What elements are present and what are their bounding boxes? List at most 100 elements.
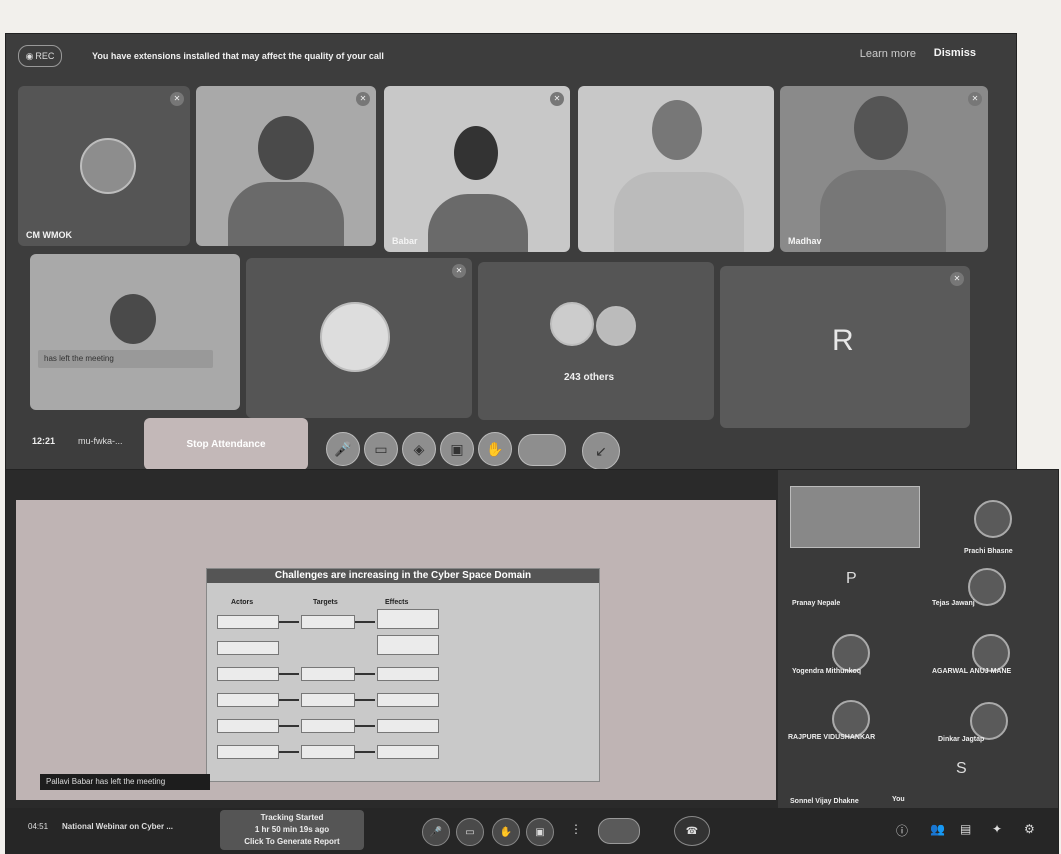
participant-name: Madhav <box>788 236 822 246</box>
mic-off-icon: ✕ <box>550 92 564 106</box>
participant-tile[interactable]: ✕ <box>246 258 472 418</box>
more-options-icon[interactable]: ⋮ <box>570 822 582 836</box>
presentation-slide: Challenges are increasing in the Cyber S… <box>206 568 600 782</box>
participant-tile[interactable]: ✕ CM WMOK <box>18 86 190 246</box>
participant-name: AGARWAL ANUJ MANE <box>932 668 1012 675</box>
slide-col-targets: Targets <box>313 599 338 606</box>
lock-icon[interactable]: ⚙ <box>1024 822 1035 836</box>
camera-icon[interactable]: ▭ <box>364 432 398 466</box>
slide-arrow <box>355 673 375 675</box>
people-icon[interactable]: 👥 <box>930 822 945 836</box>
others-tile[interactable]: 243 others <box>478 262 714 420</box>
self-view-tile[interactable] <box>790 486 920 548</box>
mic-off-icon: ✕ <box>170 92 184 106</box>
slide-arrow <box>279 751 299 753</box>
person-body <box>228 182 344 246</box>
chat-icon[interactable]: ▤ <box>960 822 971 836</box>
slide-box <box>377 667 439 681</box>
tracking-report-button[interactable]: Tracking Started 1 hr 50 min 19s ago Cli… <box>220 810 364 850</box>
top-call-window: ◉ REC You have extensions installed that… <box>6 34 1016 474</box>
participant-name-you: You <box>892 796 905 803</box>
slide-arrow <box>355 725 375 727</box>
participant-name: RAJPURE VIDUSHANKAR <box>788 734 876 741</box>
participants-panel: Prachi Bhasne P Pranay Nepale Tejas Jawa… <box>778 470 1058 810</box>
extension-warning-banner: ◉ REC You have extensions installed that… <box>6 34 1016 78</box>
slide-col-effects: Effects <box>385 599 409 606</box>
others-count: 243 others <box>564 372 615 383</box>
raise-hand-icon[interactable]: ✋ <box>478 432 512 466</box>
participant-name: CM WMOK <box>26 230 72 240</box>
avatar <box>320 302 390 372</box>
rec-label: REC <box>35 51 55 61</box>
tracking-duration: 1 hr 50 min 19s ago <box>254 825 330 834</box>
left-meeting-notice: has left the meeting <box>38 350 213 368</box>
participant-name: Tejas Jawanj <box>932 600 975 607</box>
stop-attendance-button[interactable]: Stop Attendance <box>144 418 308 470</box>
presentation-area: Challenges are increasing in the Cyber S… <box>16 500 776 800</box>
participant-initial: P <box>846 570 857 587</box>
slide-box <box>377 745 439 759</box>
leave-call-button[interactable] <box>598 818 640 844</box>
info-icon[interactable]: ⓘ <box>896 822 908 839</box>
slide-box <box>217 667 279 681</box>
raise-hand-icon[interactable]: ✋ <box>492 818 520 846</box>
slide-col-actors: Actors <box>231 599 254 606</box>
leave-call-icon[interactable]: ↙ <box>582 432 620 470</box>
slide-box <box>377 693 439 707</box>
bottom-control-bar: 04:51 National Webinar on Cyber ... Trac… <box>6 808 1058 854</box>
left-meeting-toast: Pallavi Babar has left the meeting <box>40 774 210 790</box>
avatar <box>832 634 870 672</box>
mic-icon[interactable]: 🎤 <box>422 818 450 846</box>
slide-box <box>217 719 279 733</box>
participant-tile[interactable]: ✕ Babar <box>384 86 570 252</box>
mic-off-icon: ✕ <box>950 272 964 286</box>
tracking-status: Tracking Started <box>260 813 324 822</box>
slide-box <box>301 667 355 681</box>
avatar <box>550 302 594 346</box>
slide-box <box>377 635 439 655</box>
generate-report-link: Click To Generate Report <box>244 837 340 846</box>
slide-title: Challenges are increasing in the Cyber S… <box>207 569 599 583</box>
participant-initial: R <box>832 324 854 357</box>
slide-arrow <box>279 673 299 675</box>
learn-more-link[interactable]: Learn more <box>860 48 916 60</box>
participant-tile[interactable]: ✕ Madhav <box>780 86 988 252</box>
clock: 04:51 <box>28 822 49 831</box>
present-icon[interactable]: ▣ <box>440 432 474 466</box>
bottom-call-window: Challenges are increasing in the Cyber S… <box>6 470 1058 854</box>
dismiss-button[interactable]: Dismiss <box>934 47 976 59</box>
slide-box <box>301 719 355 733</box>
participant-name: Sonnel Vijay Dhakne <box>790 798 859 805</box>
slide-arrow <box>279 621 299 623</box>
participant-tile[interactable]: ✕ <box>196 86 376 246</box>
slide-box <box>301 615 355 629</box>
participant-name: Prachi Bhasne <box>964 548 1013 555</box>
more-options-button[interactable] <box>518 434 566 466</box>
slide-arrow <box>355 621 375 623</box>
clock: 12:21 <box>32 436 56 446</box>
banner-message: You have extensions installed that may a… <box>92 51 384 61</box>
mic-off-icon: ✕ <box>968 92 982 106</box>
person-body <box>428 194 528 252</box>
meeting-title: National Webinar on Cyber ... <box>62 822 173 831</box>
person-head <box>258 116 314 180</box>
meeting-code: mu-fwka-... <box>78 436 123 446</box>
participant-tile[interactable]: has left the meeting <box>30 254 240 410</box>
camera-icon[interactable]: ▭ <box>456 818 484 846</box>
end-call-icon[interactable]: ☎ <box>674 816 710 846</box>
slide-arrow <box>355 699 375 701</box>
participant-tile[interactable]: ✕ R <box>720 266 970 428</box>
slide-box <box>301 745 355 759</box>
person-head <box>110 294 156 344</box>
person-head <box>652 100 702 160</box>
captions-icon[interactable]: ◈ <box>402 432 436 466</box>
mic-icon[interactable]: 🎤 <box>326 432 360 466</box>
slide-box <box>301 693 355 707</box>
activities-icon[interactable]: ✦ <box>992 822 1002 836</box>
participant-tile[interactable] <box>578 86 774 252</box>
mic-off-icon: ✕ <box>356 92 370 106</box>
avatar <box>972 634 1010 672</box>
slide-box <box>377 719 439 733</box>
slide-box <box>217 615 279 629</box>
present-icon[interactable]: ▣ <box>526 818 554 846</box>
